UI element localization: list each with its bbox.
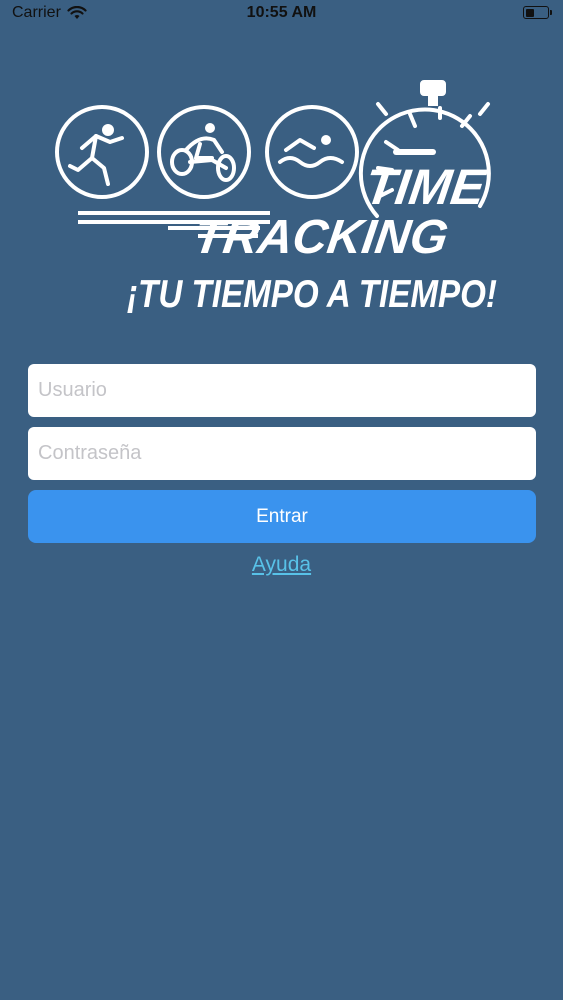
help-link[interactable]: Ayuda: [0, 553, 563, 577]
battery-icon: [523, 6, 552, 19]
app-logo: TIME TRACKING ¡TU TIEMPO A TIEMPO!: [55, 80, 497, 316]
login-button[interactable]: Entrar: [28, 490, 536, 543]
cyclist-icon: [157, 105, 251, 199]
runner-icon: [55, 105, 149, 199]
password-field[interactable]: [28, 427, 536, 480]
logo-line2: TRACKING: [191, 210, 452, 264]
status-bar: Carrier 10:55 AM: [0, 0, 563, 28]
logo-tagline: ¡TU TIEMPO A TIEMPO!: [127, 273, 497, 316]
username-field[interactable]: [28, 364, 536, 417]
status-time: 10:55 AM: [246, 4, 317, 21]
logo-line1: TIME: [361, 159, 490, 215]
swimmer-icon: [265, 105, 359, 199]
status-right: [523, 6, 552, 19]
